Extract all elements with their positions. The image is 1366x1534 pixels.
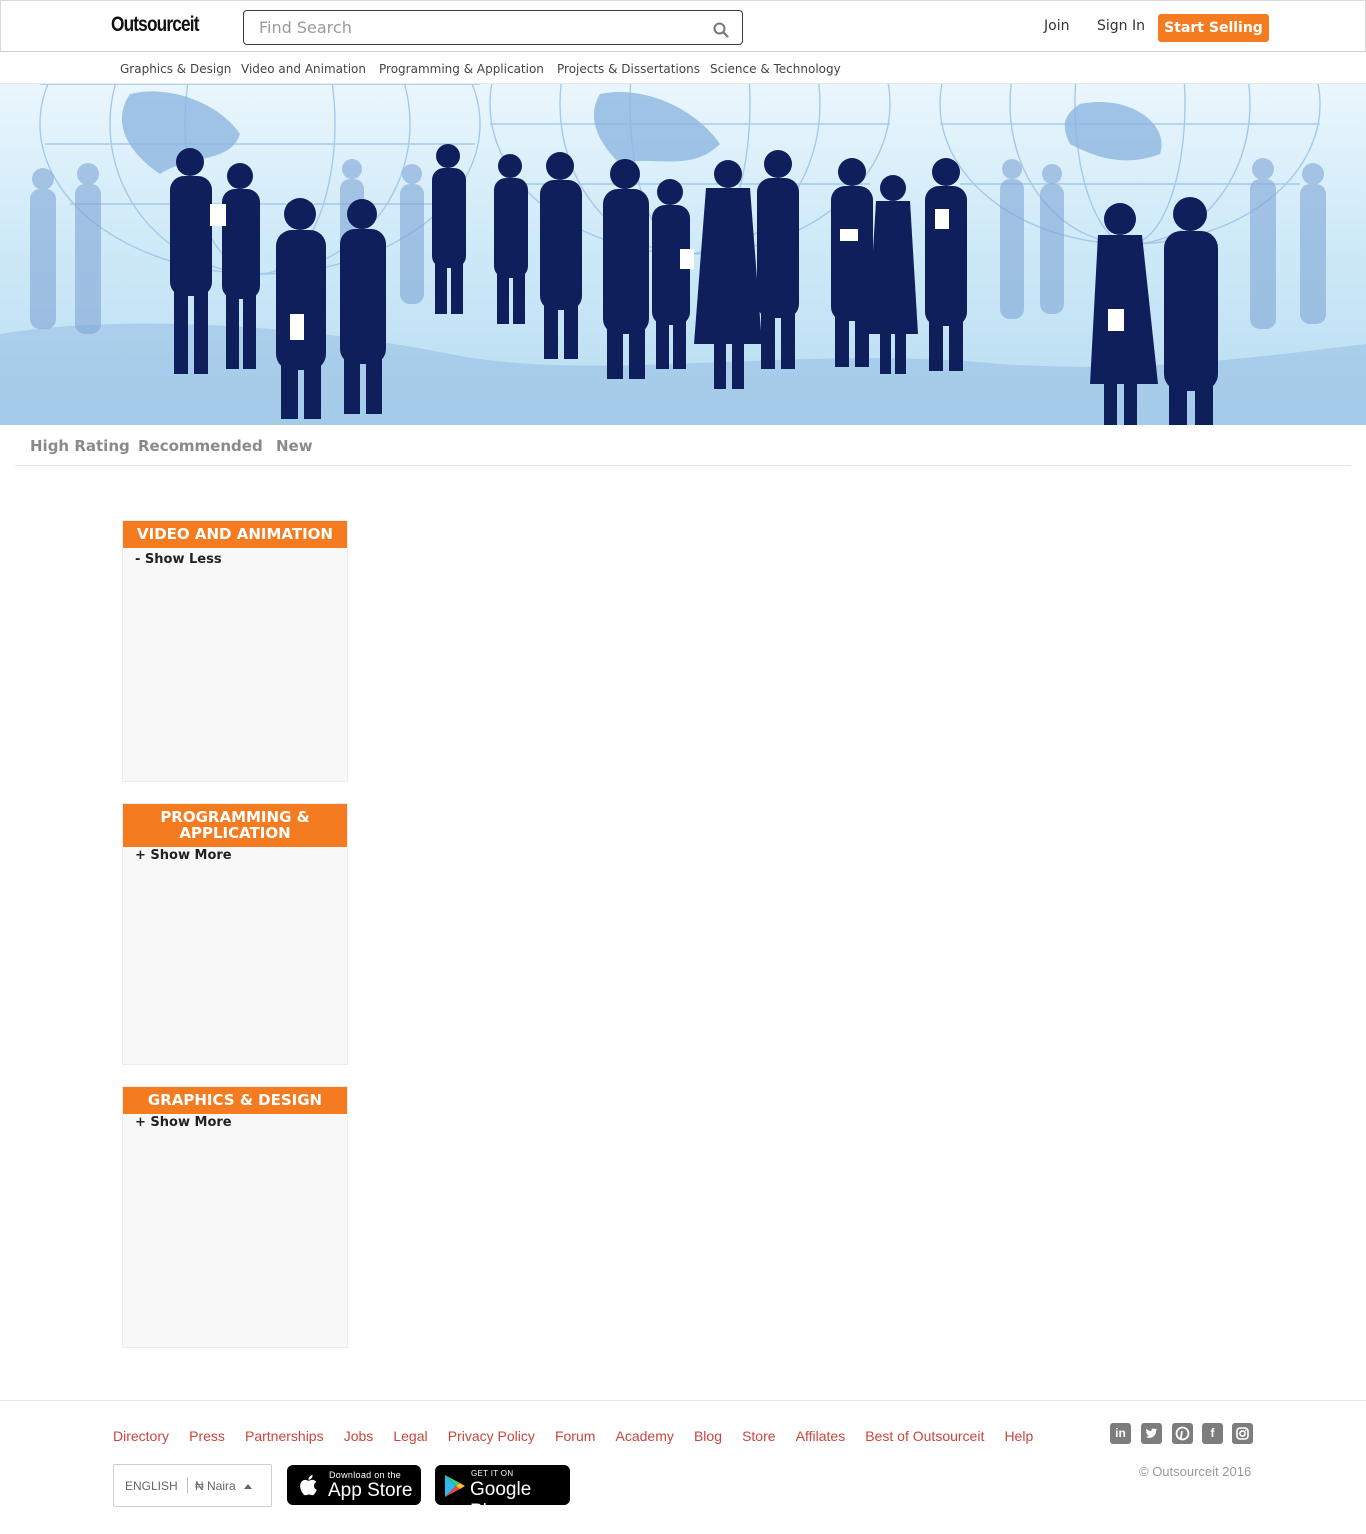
business-people-globe-image xyxy=(0,84,1366,425)
footer-link-affilates[interactable]: Affilates xyxy=(796,1428,846,1444)
show-more-toggle[interactable]: + Show More xyxy=(135,848,232,863)
category-nav-item[interactable]: Video and Animation xyxy=(241,62,366,76)
footer-link-directory[interactable]: Directory xyxy=(113,1428,169,1444)
google-play-big-text: Google Play xyxy=(470,1479,532,1522)
instagram-icon[interactable] xyxy=(1232,1423,1253,1444)
footer-link-help[interactable]: Help xyxy=(1004,1428,1033,1444)
footer-link-forum[interactable]: Forum xyxy=(555,1428,595,1444)
footer-links: Directory Press Partnerships Jobs Legal … xyxy=(113,1426,1048,1445)
app-store-small-text: Download on the xyxy=(329,1470,402,1480)
footer-link-privacy-policy[interactable]: Privacy Policy xyxy=(448,1428,535,1444)
show-less-toggle[interactable]: - Show Less xyxy=(135,552,222,567)
hero-banner xyxy=(0,84,1366,425)
panel-title: VIDEO AND ANIMATION xyxy=(123,521,347,548)
tab-recommended[interactable]: Recommended xyxy=(138,437,263,455)
tab-new[interactable]: New xyxy=(276,437,313,455)
footer-link-jobs[interactable]: Jobs xyxy=(344,1428,374,1444)
footer-link-academy[interactable]: Academy xyxy=(616,1428,674,1444)
logo-text: Outsourceit xyxy=(111,13,199,36)
category-panel-video-animation: VIDEO AND ANIMATION - Show Less xyxy=(122,520,348,782)
caret-up-icon xyxy=(244,1484,252,1489)
sign-in-link[interactable]: Sign In xyxy=(1097,18,1145,34)
panel-title: GRAPHICS & DESIGN xyxy=(123,1087,347,1114)
app-store-badge[interactable]: Download on the App Store xyxy=(287,1465,421,1505)
site-logo[interactable]: Outsourceit xyxy=(111,13,199,37)
search-icon[interactable] xyxy=(713,22,729,38)
category-panel-graphics-design: GRAPHICS & DESIGN + Show More xyxy=(122,1086,348,1348)
tab-high-rating[interactable]: High Rating xyxy=(30,437,130,455)
footer-link-best-of[interactable]: Best of Outsourceit xyxy=(865,1428,984,1444)
footer-link-blog[interactable]: Blog xyxy=(694,1428,722,1444)
panel-title-line: PROGRAMMING & xyxy=(160,808,310,826)
site-footer: Directory Press Partnerships Jobs Legal … xyxy=(0,1400,1366,1534)
footer-link-store[interactable]: Store xyxy=(742,1428,775,1444)
top-header: Outsourceit Join Sign In Start Selling xyxy=(0,0,1366,52)
category-nav: Graphics & Design Video and Animation Pr… xyxy=(0,52,1366,84)
google-play-small-text: GET IT ON xyxy=(471,1469,514,1478)
pinterest-icon[interactable] xyxy=(1172,1423,1193,1444)
filter-tabs: High Rating Recommended New xyxy=(15,425,1351,466)
linkedin-icon[interactable]: in xyxy=(1110,1423,1131,1444)
show-more-toggle[interactable]: + Show More xyxy=(135,1115,232,1130)
search-box xyxy=(243,10,743,45)
category-nav-item[interactable]: Programming & Application xyxy=(379,62,544,76)
start-selling-button[interactable]: Start Selling xyxy=(1158,14,1269,42)
category-panel-programming-application: PROGRAMMING & APPLICATION + Show More xyxy=(122,803,348,1065)
copyright-text: © Outsourceit 2016 xyxy=(1139,1464,1252,1479)
panel-title-line: APPLICATION xyxy=(179,824,291,842)
twitter-icon[interactable] xyxy=(1141,1423,1162,1444)
facebook-icon[interactable]: f xyxy=(1202,1423,1223,1444)
currency-label: ₦ Naira xyxy=(195,1479,236,1493)
category-nav-item[interactable]: Projects & Dissertations xyxy=(557,62,700,76)
footer-link-partnerships[interactable]: Partnerships xyxy=(245,1428,324,1444)
join-link[interactable]: Join xyxy=(1044,18,1069,34)
category-nav-item[interactable]: Science & Technology xyxy=(710,62,841,76)
language-label: ENGLISH xyxy=(125,1479,178,1493)
footer-link-legal[interactable]: Legal xyxy=(393,1428,427,1444)
google-play-badge[interactable]: GET IT ON Google Play xyxy=(435,1465,570,1522)
footer-link-press[interactable]: Press xyxy=(189,1428,225,1444)
app-store-big-text: App Store xyxy=(328,1480,413,1501)
google-play-icon xyxy=(445,1475,465,1497)
language-currency-selector[interactable]: ENGLISH ₦ Naira xyxy=(113,1464,272,1507)
selector-divider xyxy=(187,1477,188,1493)
category-nav-item[interactable]: Graphics & Design xyxy=(120,62,231,76)
panel-title: PROGRAMMING & APPLICATION xyxy=(123,804,347,847)
apple-icon xyxy=(300,1475,317,1496)
search-input[interactable] xyxy=(259,11,699,44)
